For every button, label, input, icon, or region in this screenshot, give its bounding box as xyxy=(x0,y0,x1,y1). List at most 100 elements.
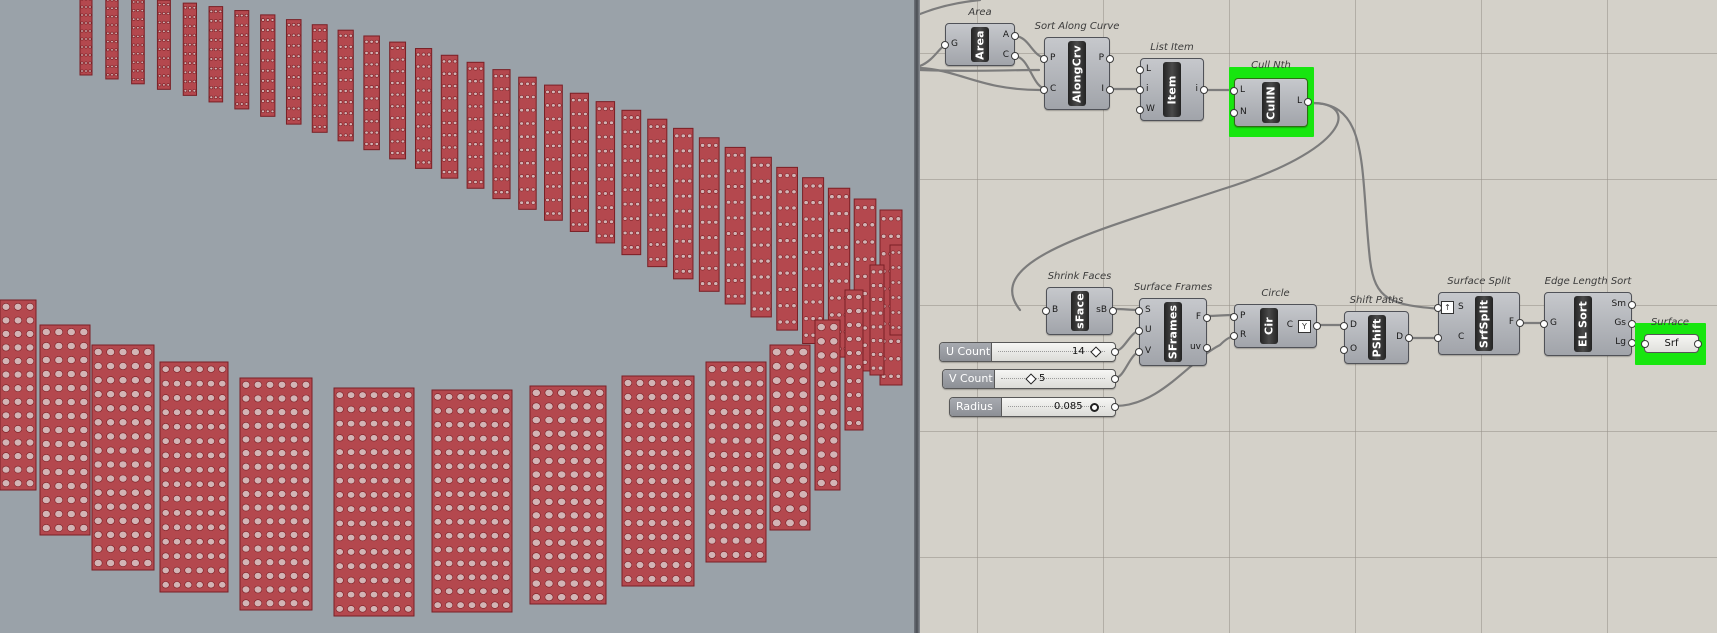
port-d[interactable]: D xyxy=(1350,320,1357,330)
perforated-panel xyxy=(529,385,607,605)
edge-length-sort-component[interactable]: Edge Length Sort EL Sort G Sm Gs Lg xyxy=(1540,276,1636,356)
component-title: Edge Length Sort xyxy=(1544,276,1632,287)
port-s[interactable]: S xyxy=(1458,302,1464,312)
port-r[interactable]: R xyxy=(1240,330,1246,340)
perforated-panel xyxy=(802,177,825,344)
rhino-viewport[interactable] xyxy=(0,0,917,633)
perforated-panel xyxy=(621,375,695,587)
slider-value: 14 xyxy=(1072,346,1085,357)
port-o[interactable]: O xyxy=(1350,344,1357,354)
port-l[interactable]: L xyxy=(1146,64,1151,74)
surface-param[interactable]: Srf xyxy=(1641,334,1702,353)
port-l-out[interactable]: L xyxy=(1297,96,1302,106)
port-g[interactable]: G xyxy=(951,39,958,49)
port-lg[interactable]: Lg xyxy=(1615,337,1626,347)
perforated-panel xyxy=(131,0,145,85)
slider-value: 0.085 xyxy=(1054,401,1083,412)
component-nickname: EL Sort xyxy=(1574,296,1592,352)
graft-flag-icon[interactable]: Y xyxy=(1298,320,1311,333)
wire-input-list2 xyxy=(920,68,1041,72)
perforated-panel xyxy=(844,289,864,431)
slider-grip[interactable] xyxy=(1090,346,1102,358)
slider-label: U Count xyxy=(940,343,992,361)
perforated-panel xyxy=(414,48,433,169)
component-nickname: SrfSplit xyxy=(1475,296,1493,351)
perforated-panel xyxy=(466,61,485,189)
component-nickname: CullN xyxy=(1262,82,1280,123)
slider-value: 5 xyxy=(1039,373,1046,384)
port-b[interactable]: B xyxy=(1052,305,1058,315)
port-d-out[interactable]: D xyxy=(1396,332,1403,342)
port-p[interactable]: P xyxy=(1050,53,1055,63)
perforated-panel xyxy=(39,324,91,536)
port-sb[interactable]: sB xyxy=(1096,305,1107,315)
port-g[interactable]: G xyxy=(1550,318,1557,328)
port-s[interactable]: S xyxy=(1145,305,1151,315)
slider-grip[interactable] xyxy=(1025,373,1037,385)
component-nickname: Cir xyxy=(1259,308,1278,344)
component-title: Sort Along Curve xyxy=(1034,21,1120,32)
perforated-panel xyxy=(492,69,511,200)
slider-label: Radius xyxy=(950,398,1002,416)
perforated-panel xyxy=(311,24,328,133)
grasshopper-canvas[interactable]: Area Area G A C Sort Along Curve AlongCr… xyxy=(920,0,1717,633)
u-count-slider[interactable]: U Count 14 xyxy=(939,342,1119,362)
flatten-flag-icon[interactable]: ↑ xyxy=(1441,301,1454,314)
port-sm[interactable]: Sm xyxy=(1612,299,1626,309)
perforated-panel xyxy=(544,84,563,221)
port-c[interactable]: C xyxy=(1458,332,1464,342)
port-p[interactable]: P xyxy=(1240,311,1245,321)
perforated-panel xyxy=(0,299,37,491)
perforated-panel xyxy=(363,35,380,151)
shift-paths-component[interactable]: Shift Paths PShift D O D xyxy=(1340,295,1413,364)
surface-split-component[interactable]: Surface Split SrfSplit ↑ S C F xyxy=(1434,276,1524,355)
component-title: List Item xyxy=(1150,42,1194,53)
perforated-panel xyxy=(705,361,767,563)
slider-grip[interactable] xyxy=(1090,403,1099,412)
perforated-panel xyxy=(724,146,746,305)
perforated-panel xyxy=(776,166,798,331)
component-title: Shrink Faces xyxy=(1047,271,1112,282)
perforated-panel xyxy=(91,344,155,571)
v-count-slider[interactable]: V Count 5 xyxy=(942,369,1119,389)
circle-component[interactable]: Circle Cir P R C Y xyxy=(1230,288,1321,348)
perforated-panel xyxy=(431,389,513,613)
port-l[interactable]: L xyxy=(1240,85,1245,95)
component-nickname: AlongCrv xyxy=(1068,41,1086,106)
port-n[interactable]: N xyxy=(1240,107,1247,117)
perforated-panel xyxy=(569,92,589,232)
perforated-panel xyxy=(260,14,276,117)
port-uv[interactable]: uv xyxy=(1190,342,1201,352)
perforated-panel xyxy=(518,76,537,210)
shrink-faces-component[interactable]: Shrink Faces sFace B sB xyxy=(1042,271,1117,335)
perforated-panel xyxy=(234,10,250,110)
port-c[interactable]: C xyxy=(1003,50,1009,60)
port-f[interactable]: F xyxy=(1509,317,1514,327)
port-w[interactable]: W xyxy=(1146,104,1155,114)
perforated-panel xyxy=(621,109,642,256)
port-u[interactable]: U xyxy=(1145,325,1152,335)
component-nickname: Item xyxy=(1163,62,1181,117)
component-title: Cull Nth xyxy=(1251,60,1291,71)
cull-nth-component[interactable]: Cull Nth CullN L N L xyxy=(1230,60,1312,127)
perforated-panel-ring xyxy=(0,0,903,617)
surface-param-title: Surface xyxy=(1650,317,1690,328)
perforated-panel xyxy=(333,387,415,617)
port-i[interactable]: I xyxy=(1101,84,1104,94)
port-v[interactable]: V xyxy=(1145,346,1151,356)
perforated-panel xyxy=(389,41,407,160)
component-nickname: sFace xyxy=(1070,291,1089,331)
port-i-out[interactable]: i xyxy=(1195,84,1198,94)
port-c[interactable]: C xyxy=(1287,320,1293,330)
perforated-panel xyxy=(889,244,903,336)
port-f[interactable]: F xyxy=(1196,312,1201,322)
port-c[interactable]: C xyxy=(1050,84,1056,94)
perforated-panel xyxy=(698,137,720,292)
surface-frames-component[interactable]: Surface Frames SFrames S U V F uv xyxy=(1134,282,1212,366)
component-title: Shift Paths xyxy=(1349,295,1404,306)
radius-slider[interactable]: Radius 0.085 xyxy=(949,397,1119,417)
perforated-panel xyxy=(337,29,354,142)
port-p-out[interactable]: P xyxy=(1099,53,1104,63)
perforated-panel xyxy=(239,377,313,611)
port-i[interactable]: i xyxy=(1146,84,1149,94)
